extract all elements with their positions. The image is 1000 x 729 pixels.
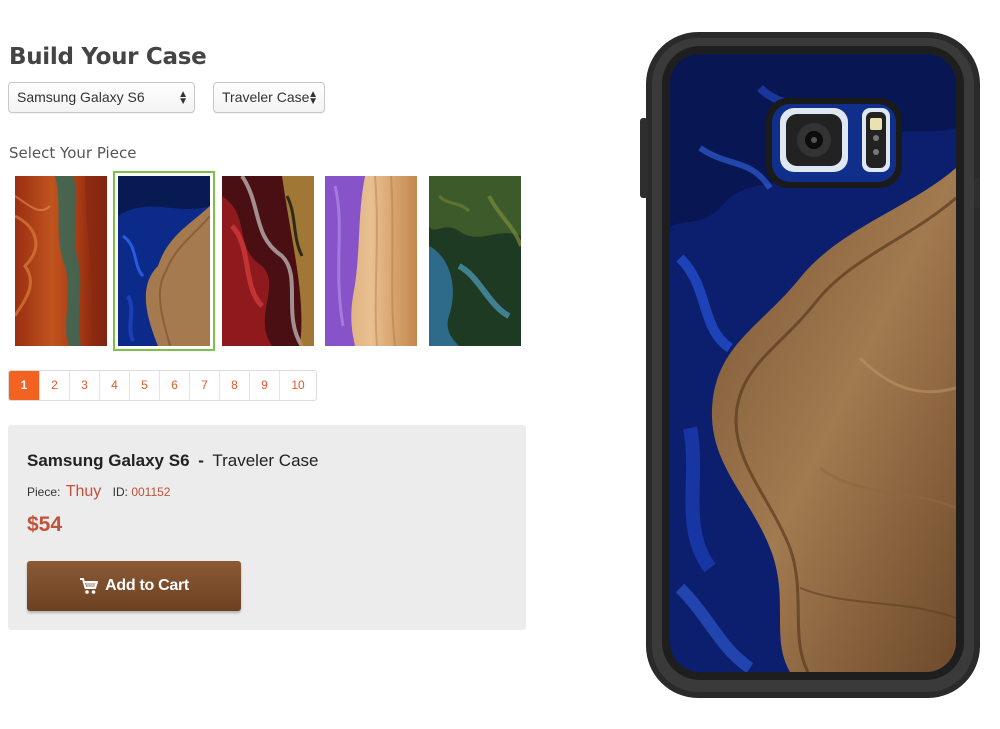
order-summary: Samsung Galaxy S6 - Traveler Case Piece:…: [8, 425, 526, 630]
page-3-button[interactable]: 3: [69, 371, 99, 400]
add-to-cart-label: Add to Cart: [105, 577, 189, 594]
piece-thumbnail-5[interactable]: [429, 176, 521, 346]
page-2-button[interactable]: 2: [39, 371, 69, 400]
summary-case-type: Traveler Case: [212, 451, 319, 470]
page-6-button[interactable]: 6: [159, 371, 189, 400]
case-type-select[interactable]: Traveler Case ▲ ▼: [213, 82, 325, 113]
page-10-button[interactable]: 10: [279, 371, 316, 400]
case-preview-image: [640, 28, 980, 705]
piece-thumbnail-2[interactable]: [113, 171, 215, 351]
piece-thumbnail-4[interactable]: [325, 176, 417, 346]
summary-device: Samsung Galaxy S6: [27, 451, 190, 470]
page-7-button[interactable]: 7: [189, 371, 219, 400]
price: $54: [27, 513, 63, 536]
piece-label: Piece:: [27, 485, 61, 499]
piece-info: Piece: Thuy ID: 001152: [27, 483, 170, 501]
case-select-value: Traveler Case: [222, 89, 310, 105]
piece-thumbnail-1[interactable]: [15, 176, 107, 346]
product-title: Samsung Galaxy S6 - Traveler Case: [27, 451, 319, 471]
page-4-button[interactable]: 4: [99, 371, 129, 400]
page-9-button[interactable]: 9: [249, 371, 279, 400]
device-select[interactable]: Samsung Galaxy S6 ▲ ▼: [8, 82, 195, 113]
shopping-cart-icon: [79, 577, 99, 595]
piece-name: Thuy: [65, 483, 102, 500]
select-arrows-icon: ▲ ▼: [308, 89, 318, 107]
piece-id: 001152: [131, 485, 171, 499]
summary-separator: -: [198, 451, 204, 470]
page-1-button[interactable]: 1: [9, 371, 39, 400]
device-select-value: Samsung Galaxy S6: [17, 89, 145, 105]
page-8-button[interactable]: 8: [219, 371, 249, 400]
pagination: 1 2 3 4 5 6 7 8 9 10: [8, 370, 317, 401]
select-piece-label: Select Your Piece: [9, 144, 137, 162]
page-title: Build Your Case: [9, 44, 207, 70]
page-5-button[interactable]: 5: [129, 371, 159, 400]
id-label: ID:: [112, 485, 128, 499]
select-arrows-icon: ▲ ▼: [178, 89, 188, 107]
piece-thumbnail-3[interactable]: [222, 176, 314, 346]
add-to-cart-button[interactable]: Add to Cart: [27, 561, 241, 611]
